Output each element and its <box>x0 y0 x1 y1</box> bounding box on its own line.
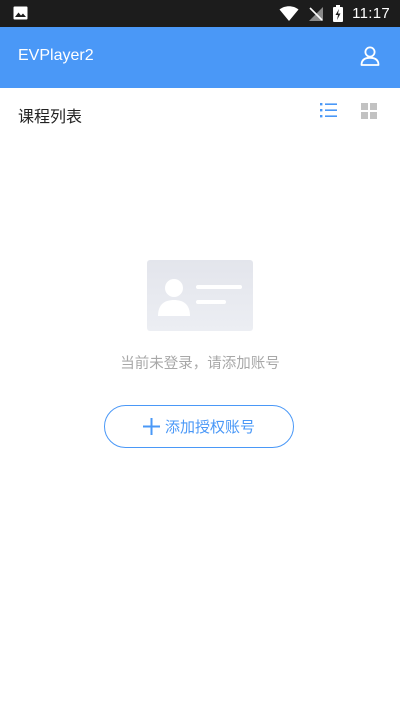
status-time: 11:17 <box>352 5 390 22</box>
user-profile-icon[interactable] <box>360 46 380 66</box>
status-icons: 11:17 <box>279 3 390 24</box>
no-signal-icon <box>309 6 324 21</box>
wifi-icon <box>279 5 299 21</box>
course-list-title: 课程列表 <box>18 107 83 126</box>
gallery-notification-icon <box>13 6 28 20</box>
list-view-icon[interactable] <box>320 102 338 118</box>
battery-charging-icon <box>333 5 344 22</box>
grid-view-icon[interactable] <box>361 103 377 119</box>
not-logged-in-message: 当前未登录，请添加账号 <box>120 356 280 372</box>
add-authorized-account-button[interactable]: 添加授权账号 <box>104 405 294 448</box>
id-card-illustration-icon <box>147 260 253 331</box>
app-bar: EVPlayer2 <box>0 27 400 88</box>
course-list-header: 课程列表 <box>0 88 400 136</box>
status-bar: 11:17 <box>0 0 400 27</box>
add-authorized-account-label: 添加授权账号 <box>164 418 255 436</box>
app-title: EVPlayer2 <box>18 47 94 64</box>
plus-icon <box>142 418 160 435</box>
